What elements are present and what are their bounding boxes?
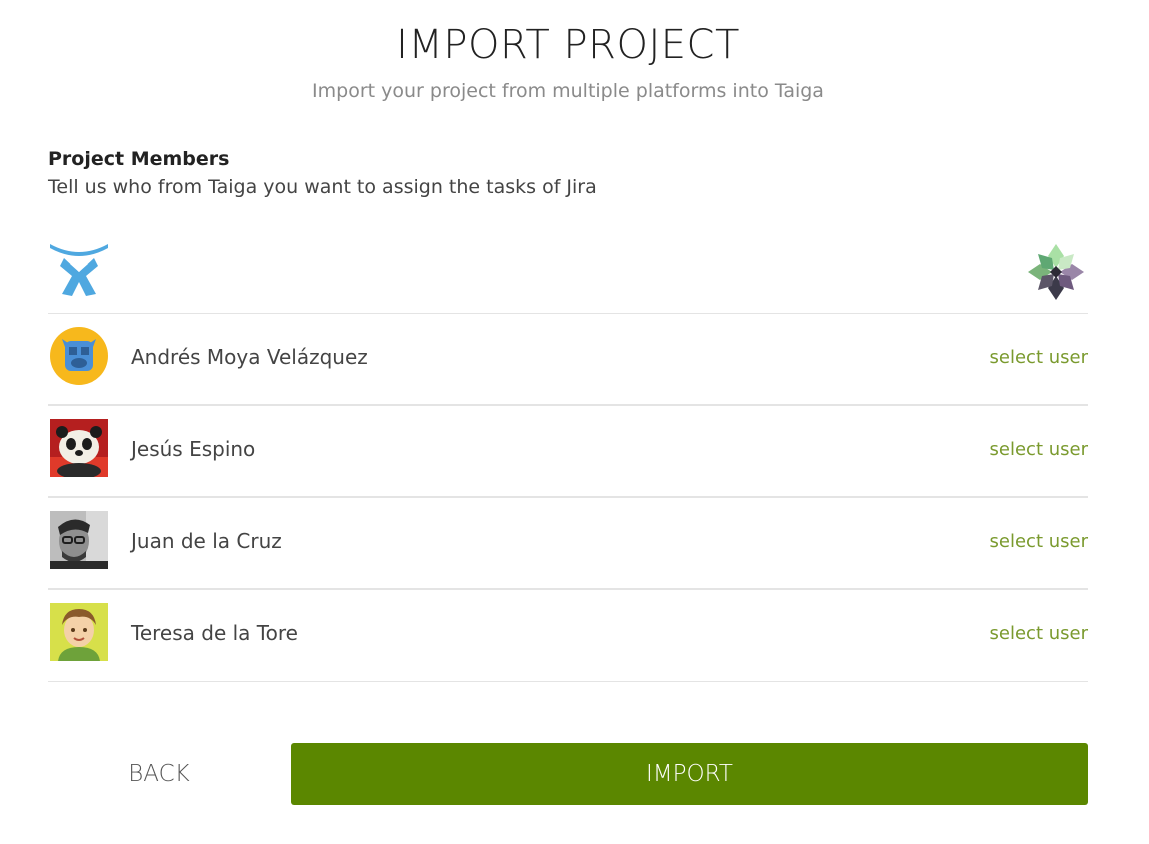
page-title: IMPORT PROJECT [396, 22, 740, 68]
avatar-cartoon-photo [50, 603, 108, 661]
select-user-link[interactable]: select user [990, 347, 1088, 368]
section-title: Project Members [48, 148, 230, 170]
select-user-link[interactable]: select user [990, 439, 1088, 460]
select-user-link[interactable]: select user [990, 623, 1088, 644]
select-user-link[interactable]: select user [990, 531, 1088, 552]
avatar-default-icon [50, 327, 108, 385]
member-row: Juan de la Cruz select user [48, 498, 1088, 590]
member-row: Jesús Espino select user [48, 406, 1088, 498]
avatar [50, 327, 108, 385]
back-button[interactable]: BACK [48, 743, 270, 805]
member-name: Jesús Espino [131, 437, 256, 461]
member-row: Andrés Moya Velázquez select user [48, 314, 1088, 406]
taiga-logo-icon [1028, 244, 1084, 300]
section-description: Tell us who from Taiga you want to assig… [48, 176, 597, 198]
members-list: Andrés Moya Velázquez select user Jesús … [48, 314, 1088, 682]
member-row: Teresa de la Tore select user [48, 590, 1088, 682]
avatar-panda-photo [50, 419, 108, 477]
avatar-man-photo [50, 511, 108, 569]
platform-logos-row [48, 238, 1088, 314]
page-subtitle: Import your project from multiple platfo… [312, 80, 824, 102]
import-button[interactable]: IMPORT [291, 743, 1088, 805]
avatar [50, 419, 108, 477]
member-name: Juan de la Cruz [131, 529, 282, 553]
jira-logo-icon [50, 244, 108, 296]
member-name: Teresa de la Tore [131, 621, 298, 645]
avatar [50, 603, 108, 661]
avatar [50, 511, 108, 569]
member-name: Andrés Moya Velázquez [131, 345, 368, 369]
